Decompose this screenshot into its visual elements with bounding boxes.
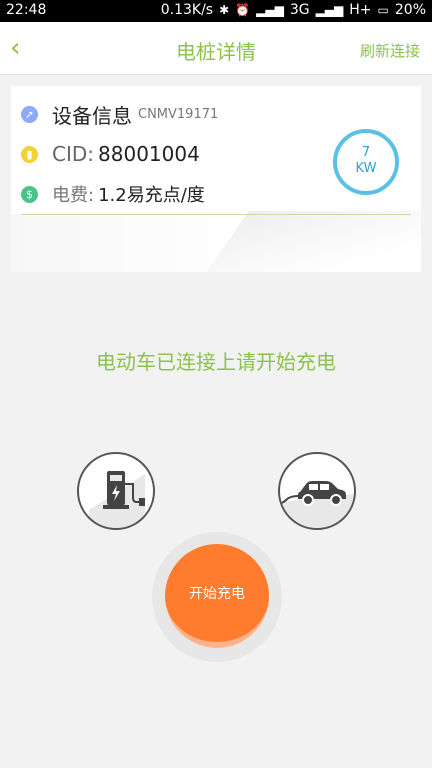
signal-icon: ▂▄▆: [256, 3, 284, 17]
lock-icon: ▮: [21, 145, 38, 163]
network-hplus: H+: [349, 2, 372, 18]
network-3g: 3G: [289, 2, 310, 18]
fee-row: $ 电费: 1.2易充点/度: [21, 181, 205, 207]
power-value: 7: [361, 145, 371, 160]
fee-value: 1.2易充点/度: [98, 185, 205, 206]
bluetooth-icon: ✱: [219, 3, 230, 17]
signal-icon-2: ▂▄▆: [315, 3, 344, 17]
start-charging-button[interactable]: 开始充电: [165, 544, 269, 648]
status-time: 22:48: [6, 2, 47, 18]
device-card: ➚ 设备信息 CNMV19171 ▮ CID: 88001004 $ 电费: 1…: [11, 86, 421, 272]
status-right: 0.13K/s ✱ ⏰ ▂▄▆ 3G ▂▄▆ H+ ▭ 20%: [161, 2, 426, 18]
card-divider: [21, 214, 411, 215]
cid-value: 88001004: [98, 142, 200, 166]
device-info-label: 设备信息: [52, 104, 132, 128]
charging-station-icon: [77, 452, 155, 530]
arrow-icon: ➚: [21, 106, 38, 123]
fee-label: 电费:: [52, 185, 95, 206]
cid-label: CID:: [52, 142, 95, 166]
battery-level: 20%: [394, 2, 426, 18]
car-icon: [278, 452, 356, 530]
connection-message: 电动车已连接上请开始充电: [96, 350, 336, 374]
battery-icon: ▭: [377, 3, 389, 17]
alarm-icon: ⏰: [235, 3, 251, 17]
cid-row: ▮ CID: 88001004: [21, 142, 200, 166]
power-unit: KW: [355, 161, 377, 176]
status-bar: 22:48 0.13K/s ✱ ⏰ ▂▄▆ 3G ▂▄▆ H+ ▭ 20%: [0, 0, 432, 22]
device-info-row: ➚ 设备信息 CNMV19171: [21, 100, 218, 129]
refresh-button[interactable]: 刷新连接: [360, 40, 420, 61]
device-code: CNMV19171: [138, 107, 219, 122]
net-speed: 0.13K/s: [160, 2, 214, 18]
power-badge: 7 KW: [333, 129, 399, 195]
dollar-icon: $: [21, 185, 38, 203]
top-bar: ‹ 电桩详情 刷新连接: [0, 22, 432, 75]
